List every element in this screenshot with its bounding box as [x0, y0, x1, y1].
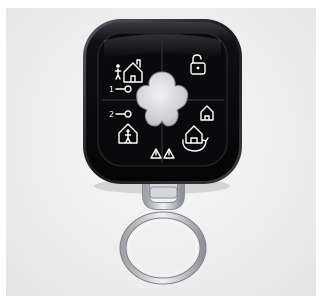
- key-ring: [119, 211, 207, 285]
- key-1-label: 1: [109, 85, 114, 94]
- key-2-label: 2: [109, 110, 114, 119]
- photo-stage: 1 2: [0, 0, 322, 301]
- keyfob-illustration: 1 2: [83, 19, 242, 285]
